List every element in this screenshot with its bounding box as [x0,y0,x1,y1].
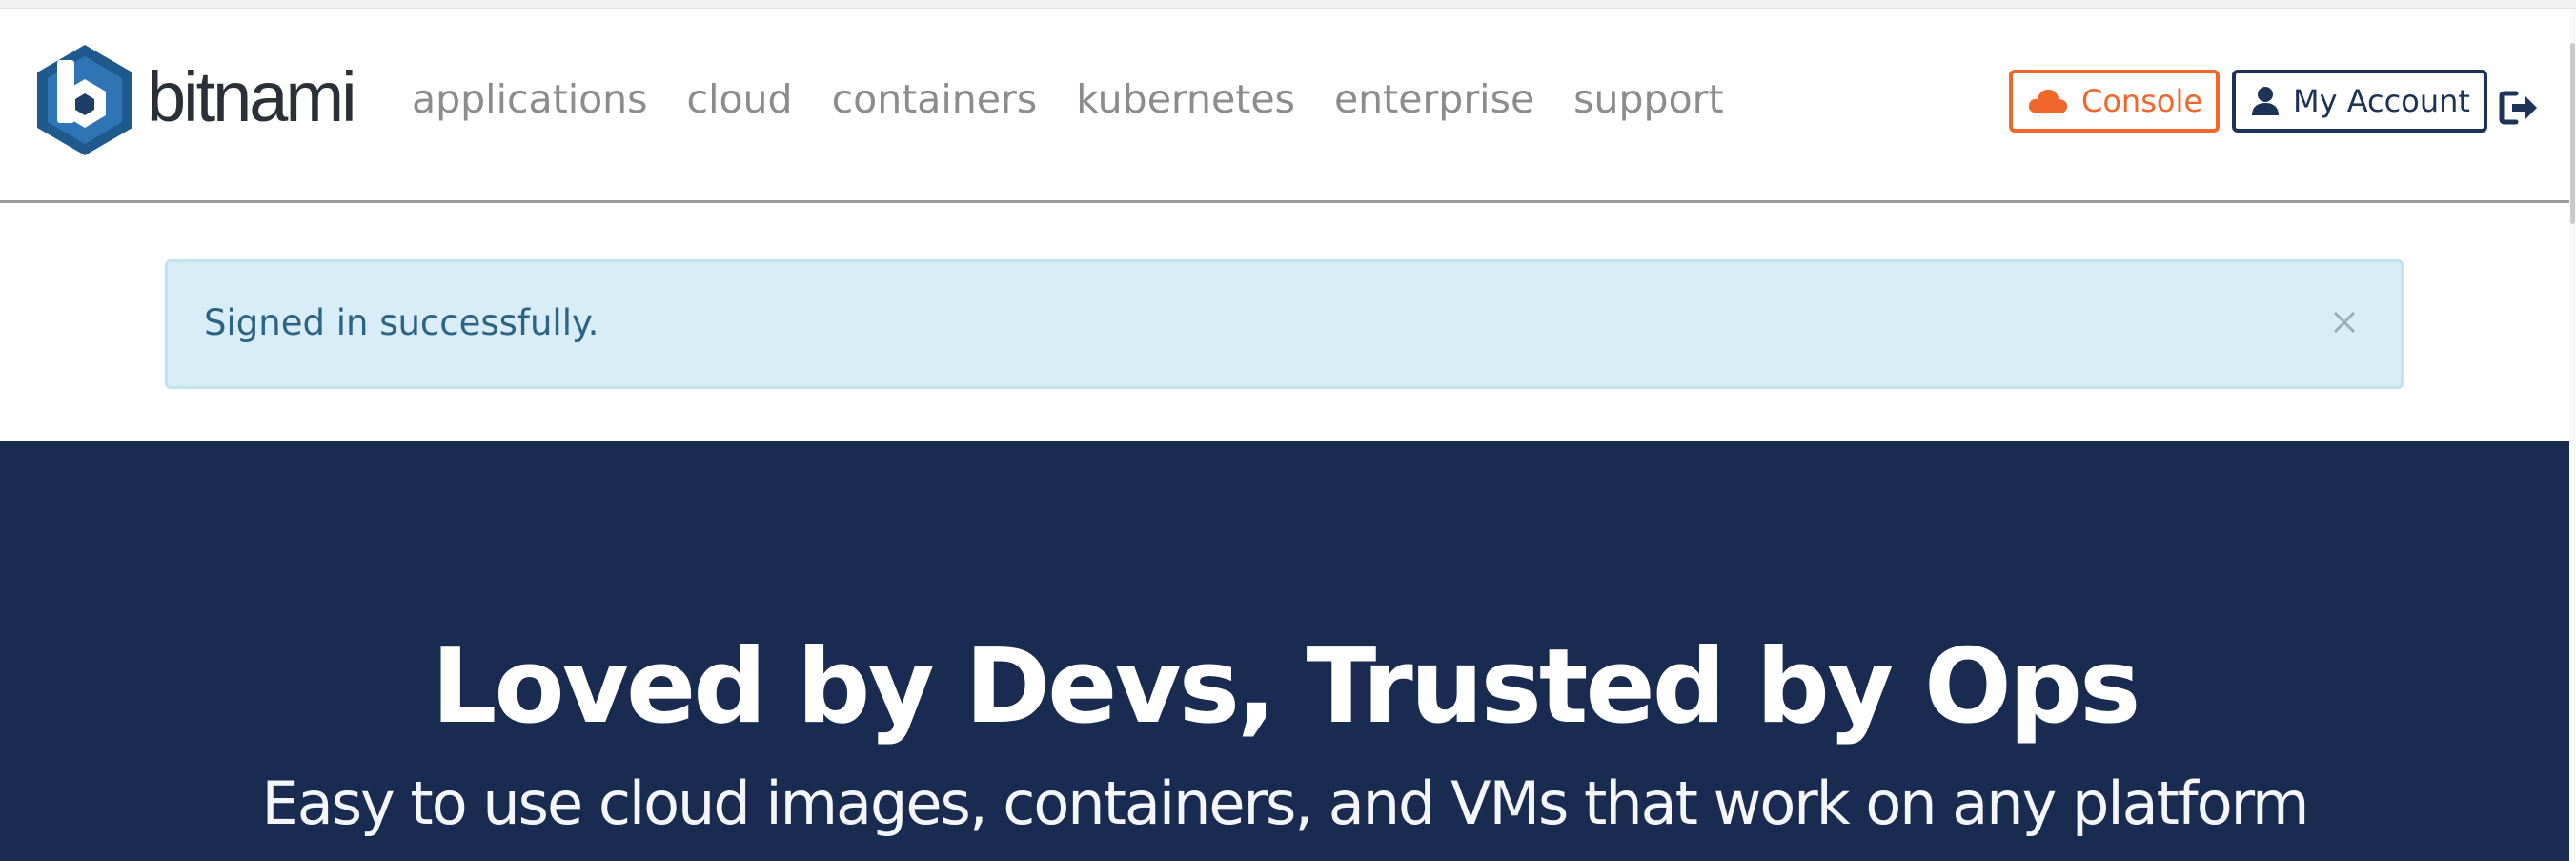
bitnami-logo[interactable]: bitnami [34,43,357,157]
bitnami-page: bitnami applications cloud containers ku… [0,0,2576,861]
nav-enterprise[interactable]: enterprise [1334,80,1534,119]
hero-subtitle: Easy to use cloud images, containers, an… [261,769,2310,838]
nav-support[interactable]: support [1573,80,1723,119]
main-nav: applications cloud containers kubernetes… [412,80,1724,119]
console-label: Console [2081,83,2203,119]
top-navbar: bitnami applications cloud containers ku… [0,9,2569,203]
sign-in-alert: Signed in successfully. [165,259,2404,389]
sign-out-button[interactable] [2499,91,2539,125]
hero-title: Loved by Devs, Trusted by Ops [431,627,2141,748]
nav-applications[interactable]: applications [412,80,648,119]
my-account-button[interactable]: My Account [2232,70,2487,133]
cloud-icon [2028,89,2068,113]
user-icon [2252,87,2279,115]
page-scrollbar[interactable] [2569,9,2576,861]
sign-out-icon [2499,91,2537,125]
alert-message: Signed in successfully. [204,302,599,343]
bitnami-wordmark: bitnami [147,57,357,136]
close-icon[interactable] [2326,304,2363,340]
nav-kubernetes[interactable]: kubernetes [1076,80,1295,119]
nav-cloud[interactable]: cloud [687,80,793,119]
bitnami-hexagon-logo-icon [37,45,132,155]
browser-top-strip [0,0,2576,9]
nav-containers[interactable]: containers [832,80,1038,119]
console-button[interactable]: Console [2009,70,2220,133]
hero-banner: Loved by Devs, Trusted by Ops Easy to us… [0,441,2569,861]
scrollbar-thumb[interactable] [2570,43,2575,224]
my-account-label: My Account [2293,83,2470,119]
